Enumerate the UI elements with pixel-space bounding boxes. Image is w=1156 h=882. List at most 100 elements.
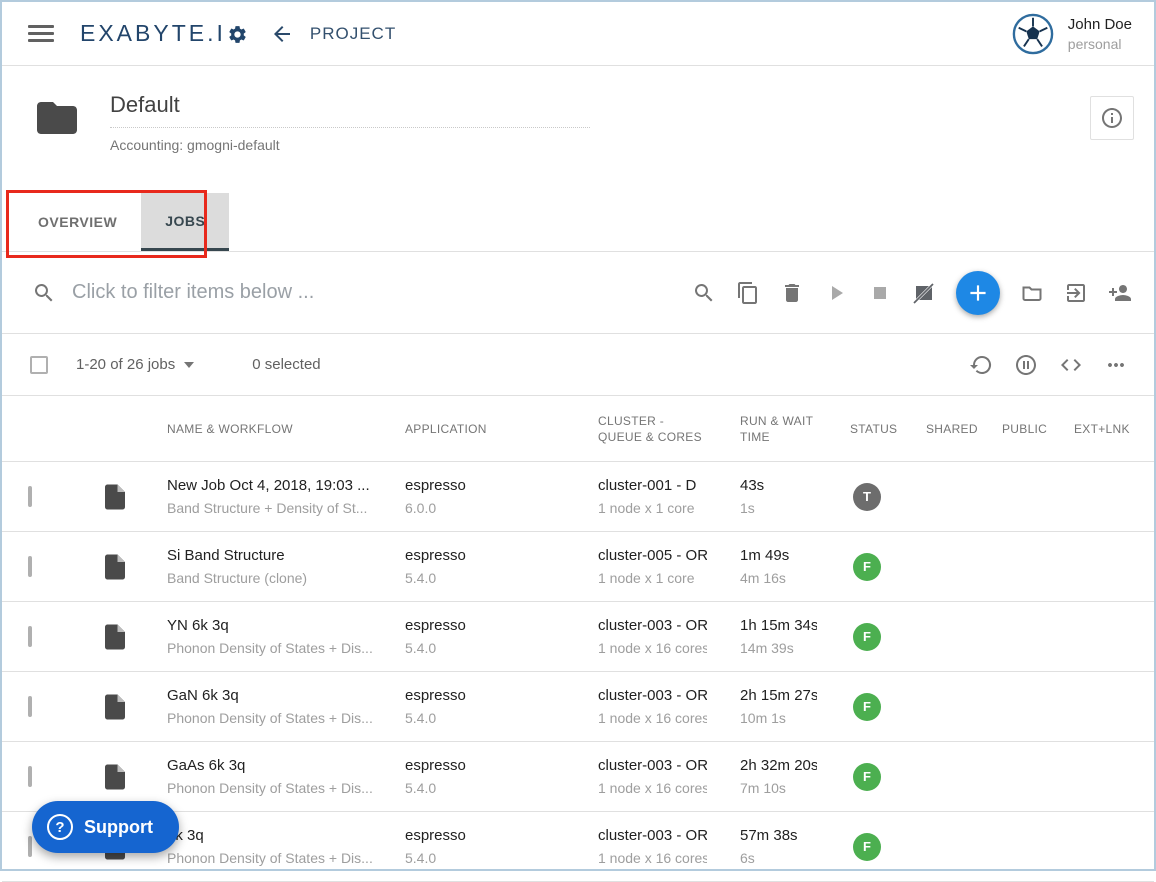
job-cluster: cluster-005 - OR (598, 547, 707, 564)
delete-icon[interactable] (780, 281, 804, 305)
file-icon (100, 762, 142, 792)
job-app-version: 5.4.0 (405, 710, 565, 726)
job-runtime: 57m 38s (740, 827, 817, 844)
job-application: espresso (405, 757, 565, 774)
job-waittime: 10m 1s (740, 710, 817, 726)
user-account: personal (1068, 36, 1132, 52)
logo-gear-icon (227, 24, 248, 45)
add-job-button[interactable] (956, 271, 1000, 315)
job-runtime: 2h 15m 27s (740, 687, 817, 704)
folder-icon[interactable] (1020, 281, 1044, 305)
job-name[interactable]: GaN 6k 3q (167, 687, 372, 704)
row-checkbox[interactable] (28, 766, 32, 787)
status-badge: F (853, 763, 881, 791)
job-cluster: cluster-001 - D (598, 477, 707, 494)
job-name[interactable]: Si Band Structure (167, 547, 372, 564)
add-collaborators-icon[interactable] (1108, 281, 1132, 305)
job-workflow: Band Structure (clone) (167, 570, 372, 586)
refresh-icon[interactable] (969, 353, 993, 377)
job-name[interactable]: YN 6k 3q (167, 617, 372, 634)
job-name[interactable]: GaAs 6k 3q (167, 757, 372, 774)
search-icon[interactable] (692, 281, 716, 305)
support-button[interactable]: ? Support (32, 801, 179, 853)
row-checkbox[interactable] (28, 486, 32, 507)
open-in-icon[interactable] (1064, 281, 1088, 305)
table-header: NAME & WORKFLOW APPLICATION CLUSTER - QU… (2, 396, 1154, 462)
job-app-version: 5.4.0 (405, 780, 565, 796)
pagination-label: 1-20 of 26 jobs (76, 356, 175, 373)
play-icon[interactable] (824, 281, 848, 305)
stop-icon[interactable] (868, 281, 892, 305)
back-arrow-icon[interactable] (270, 22, 294, 46)
job-workflow: Band Structure + Density of St... (167, 500, 372, 516)
filter-search-icon (32, 281, 56, 305)
job-workflow: Phonon Density of States + Dis... (167, 850, 372, 866)
code-icon[interactable] (1059, 353, 1083, 377)
copy-icon[interactable] (736, 281, 760, 305)
tab-overview[interactable]: OVERVIEW (14, 193, 141, 251)
job-workflow: Phonon Density of States + Dis... (167, 780, 372, 796)
pause-icon[interactable] (1014, 353, 1038, 377)
status-badge: T (853, 483, 881, 511)
tab-jobs[interactable]: JOBS (141, 193, 229, 251)
col-status: STATUS (825, 421, 901, 437)
table-row[interactable]: GaAs 6k 3q Phonon Density of States + Dis… (2, 742, 1154, 812)
status-badge: F (853, 833, 881, 861)
project-header: Default Accounting: gmogni-default (2, 66, 1154, 186)
job-app-version: 5.4.0 (405, 640, 565, 656)
tab-bar: OVERVIEW JOBS (2, 186, 1154, 252)
row-checkbox[interactable] (28, 626, 32, 647)
status-badge: F (853, 623, 881, 651)
job-cores: 1 node x 16 cores (598, 780, 707, 796)
job-waittime: 14m 39s (740, 640, 817, 656)
job-cores: 1 node x 16 cores (598, 640, 707, 656)
job-name[interactable]: New Job Oct 4, 2018, 19:03 ... (167, 477, 372, 494)
file-icon (100, 552, 142, 582)
logo-text: EXABYTE.I (80, 20, 226, 47)
job-application: espresso (405, 477, 565, 494)
project-accounting: Accounting: gmogni-default (110, 137, 590, 153)
file-icon (100, 692, 142, 722)
job-app-version: 6.0.0 (405, 500, 565, 516)
logo: EXABYTE.I (80, 20, 248, 47)
job-runtime: 1h 15m 34s (740, 617, 817, 634)
select-all-checkbox[interactable] (30, 356, 48, 374)
tab-overview-label: OVERVIEW (38, 214, 117, 230)
job-cores: 1 node x 1 core (598, 500, 707, 516)
project-folder-icon (32, 96, 82, 186)
user-name: John Doe (1068, 16, 1132, 33)
job-cluster: cluster-003 - OR (598, 687, 707, 704)
jobs-toolbar (692, 271, 1132, 315)
support-label: Support (84, 817, 153, 838)
filter-input[interactable] (72, 281, 692, 304)
row-checkbox[interactable] (28, 696, 32, 717)
col-run: RUN & WAIT TIME (715, 413, 825, 445)
info-button[interactable] (1090, 96, 1134, 140)
pagination-dropdown[interactable]: 1-20 of 26 jobs (76, 356, 194, 373)
menu-icon[interactable] (28, 25, 54, 42)
list-controls (969, 353, 1128, 377)
row-checkbox[interactable] (28, 556, 32, 577)
help-icon: ? (47, 814, 73, 840)
job-workflow: Phonon Density of States + Dis... (167, 710, 372, 726)
col-shared: SHARED (901, 421, 977, 437)
job-workflow: Phonon Density of States + Dis... (167, 640, 372, 656)
selection-bar: 1-20 of 26 jobs 0 selected (2, 334, 1154, 396)
job-cluster: cluster-003 - OR (598, 617, 707, 634)
job-cluster: cluster-003 - OR (598, 757, 707, 774)
app-header: EXABYTE.I PROJECT John Doe perso (2, 2, 1154, 66)
job-cluster: cluster-003 - OR (598, 827, 707, 844)
col-cluster: CLUSTER - QUEUE & CORES (573, 413, 715, 445)
selected-count: 0 selected (252, 356, 320, 373)
job-name[interactable]: 6k 3q (167, 827, 372, 844)
more-icon[interactable] (1104, 353, 1128, 377)
user-area: John Doe personal (1012, 13, 1132, 55)
table-row[interactable]: Si Band StructureBand Structure (clone) … (2, 532, 1154, 602)
cancel-presentation-icon[interactable] (912, 281, 936, 305)
row-checkbox[interactable] (28, 836, 32, 857)
avatar[interactable] (1012, 13, 1054, 55)
file-icon (100, 622, 142, 652)
table-row[interactable]: GaN 6k 3q Phonon Density of States + Dis.… (2, 672, 1154, 742)
table-row[interactable]: New Job Oct 4, 2018, 19:03 ... Band Struc… (2, 462, 1154, 532)
table-row[interactable]: YN 6k 3q Phonon Density of States + Dis..… (2, 602, 1154, 672)
